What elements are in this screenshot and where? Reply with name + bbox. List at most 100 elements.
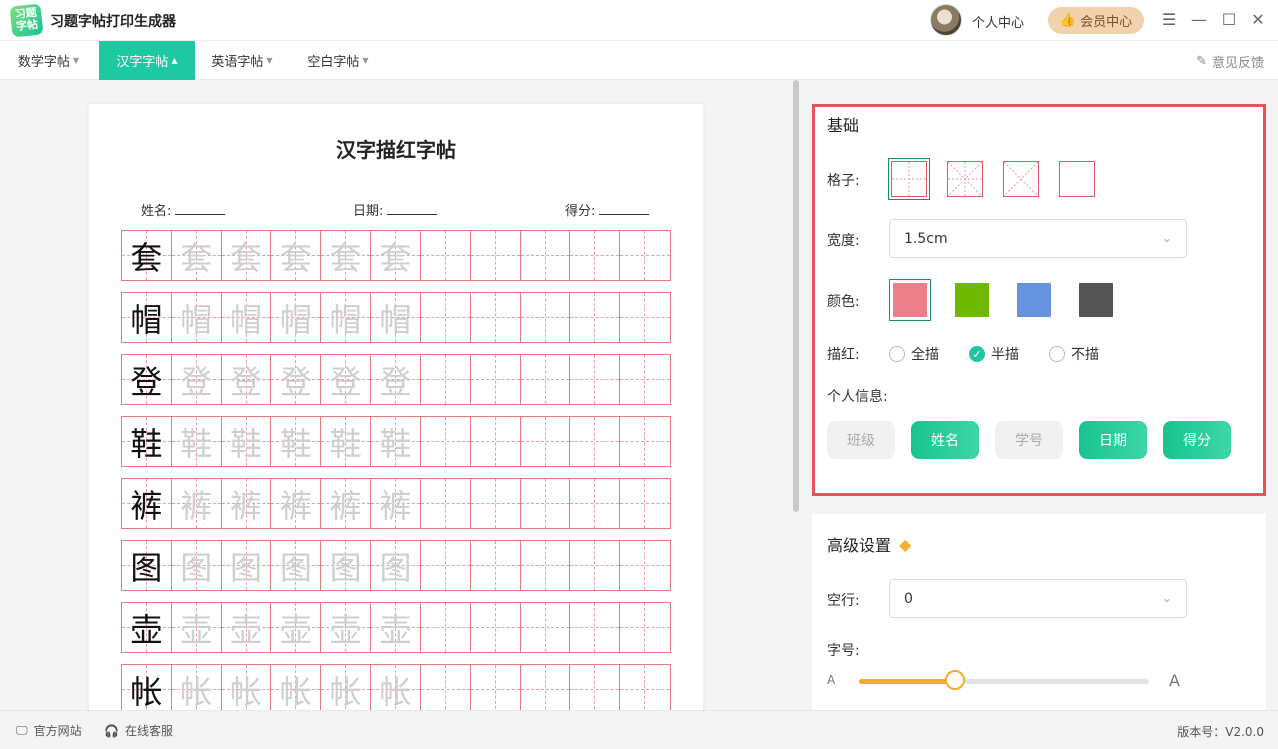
grid-cell	[620, 355, 670, 404]
thumbs-up-icon: 👍	[1059, 13, 1077, 28]
grid-option-mi[interactable]	[947, 161, 983, 197]
trace-character: 壶	[329, 610, 362, 649]
online-service-label: 在线客服	[124, 724, 173, 738]
grid-cell: 裤	[371, 479, 421, 528]
grid-cell	[570, 603, 621, 652]
color-swatch-gray[interactable]	[1079, 283, 1113, 317]
model-character: 图	[130, 548, 163, 587]
grid-cell	[420, 603, 471, 652]
grid-cell	[470, 603, 521, 652]
trace-character: 帐	[379, 672, 412, 711]
color-swatch-blue[interactable]	[1017, 283, 1051, 317]
color-swatch-green[interactable]	[955, 283, 989, 317]
grid-cell	[470, 293, 521, 342]
grid-cell	[520, 417, 571, 466]
grid-cell: 登	[221, 355, 272, 404]
grid-cell: 鞋	[171, 417, 222, 466]
grid-cell	[420, 479, 471, 528]
grid-option-blank[interactable]	[1059, 161, 1095, 197]
user-center-link[interactable]: 个人中心	[972, 12, 1024, 31]
grid-cell: 图	[371, 541, 421, 590]
grid-cell: 鞋	[371, 417, 421, 466]
font-size-slider[interactable]	[859, 679, 1149, 684]
score-label: 得分:	[565, 204, 596, 219]
menu-icon[interactable]: ☰	[1159, 10, 1179, 29]
grid-cell: 鞋	[321, 417, 372, 466]
official-website-link[interactable]: 🖵 官方网站	[16, 722, 82, 739]
info-toggle-student-id[interactable]: 学号	[995, 421, 1063, 459]
info-toggle-name[interactable]: 姓名	[911, 421, 979, 459]
grid-cell	[620, 231, 670, 280]
grid-cell: 鞋	[221, 417, 272, 466]
avatar[interactable]	[930, 4, 962, 36]
grid-cell: 登	[122, 355, 172, 404]
grid-cell	[520, 541, 571, 590]
grid-cell	[420, 293, 471, 342]
trace-character: 裤	[329, 486, 362, 525]
font-size-slider-handle[interactable]	[944, 670, 965, 690]
feedback-link[interactable]: ✎ 意见反馈	[1196, 52, 1264, 71]
grid-cell	[420, 231, 471, 280]
tab-chinese[interactable]: 汉字字帖 ▲	[99, 41, 195, 80]
grid-cell	[570, 417, 621, 466]
trace-character: 图	[180, 548, 213, 587]
grid-option-x[interactable]	[1003, 161, 1039, 197]
trace-character: 帽	[329, 300, 362, 339]
trace-option-full[interactable]: 全描	[889, 344, 939, 364]
color-swatch-pink[interactable]	[889, 279, 931, 321]
grid-cell: 帽	[221, 293, 272, 342]
app-logo: 习题字帖	[9, 3, 44, 38]
caret-down-icon: ▼	[72, 56, 80, 65]
grid-option-tian[interactable]	[888, 158, 930, 200]
name-label: 姓名:	[141, 204, 172, 219]
trace-character: 登	[329, 362, 362, 401]
practice-row: 裤裤裤裤裤裤	[121, 478, 671, 529]
trace-character: 帽	[180, 300, 213, 339]
tab-math[interactable]: 数学字帖 ▼	[0, 41, 97, 80]
grid-cell	[620, 541, 670, 590]
grid-cell: 帽	[122, 293, 172, 342]
trace-option-none[interactable]: 不描	[1049, 344, 1099, 364]
trace-character: 登	[379, 362, 412, 401]
x-grid-icon	[1003, 161, 1039, 197]
vip-center-button[interactable]: 👍 会员中心	[1048, 7, 1144, 34]
trace-character: 裤	[180, 486, 213, 525]
online-service-link[interactable]: 🎧 在线客服	[104, 722, 173, 739]
blank-lines-select[interactable]: 0 ⌄	[889, 579, 1187, 618]
info-toggle-score[interactable]: 得分	[1163, 421, 1231, 459]
grid-cell	[520, 355, 571, 404]
trace-character: 图	[379, 548, 412, 587]
minimize-icon[interactable]: —	[1189, 10, 1209, 29]
grid-cell: 帐	[122, 665, 172, 710]
chevron-down-icon: ⌄	[1161, 591, 1172, 605]
caret-down-icon: ▼	[266, 56, 273, 65]
grid-cell: 图	[321, 541, 372, 590]
info-toggle-date[interactable]: 日期	[1079, 421, 1147, 459]
trace-character: 鞋	[180, 424, 213, 463]
width-label: 宽度:	[827, 233, 860, 249]
grid-cell	[520, 293, 571, 342]
close-icon[interactable]: ✕	[1248, 10, 1268, 29]
trace-character: 壶	[180, 610, 213, 649]
model-character: 帽	[130, 300, 163, 339]
maximize-icon[interactable]: ☐	[1219, 10, 1239, 29]
grid-cell	[570, 479, 621, 528]
preview-scrollbar[interactable]	[793, 80, 799, 512]
tab-blank[interactable]: 空白字帖 ▼	[292, 41, 384, 80]
width-select[interactable]: 1.5cm ⌄	[889, 219, 1187, 258]
model-character: 登	[130, 362, 163, 401]
grid-cell	[620, 665, 670, 710]
grid-cell	[520, 603, 571, 652]
info-toggle-class[interactable]: 班级	[827, 421, 895, 459]
trace-character: 壶	[379, 610, 412, 649]
official-website-label: 官方网站	[33, 724, 82, 738]
grid-cell: 帽	[371, 293, 421, 342]
advanced-title-text: 高级设置	[827, 536, 892, 555]
tab-english[interactable]: 英语字帖 ▼	[196, 41, 288, 80]
grid-cell: 套	[171, 231, 222, 280]
grid-cell	[420, 541, 471, 590]
tab-blank-label: 空白字帖	[307, 55, 360, 70]
trace-label: 描红:	[827, 347, 860, 363]
trace-option-half[interactable]: ✓ 半描	[969, 344, 1019, 364]
model-character: 帐	[130, 672, 163, 711]
